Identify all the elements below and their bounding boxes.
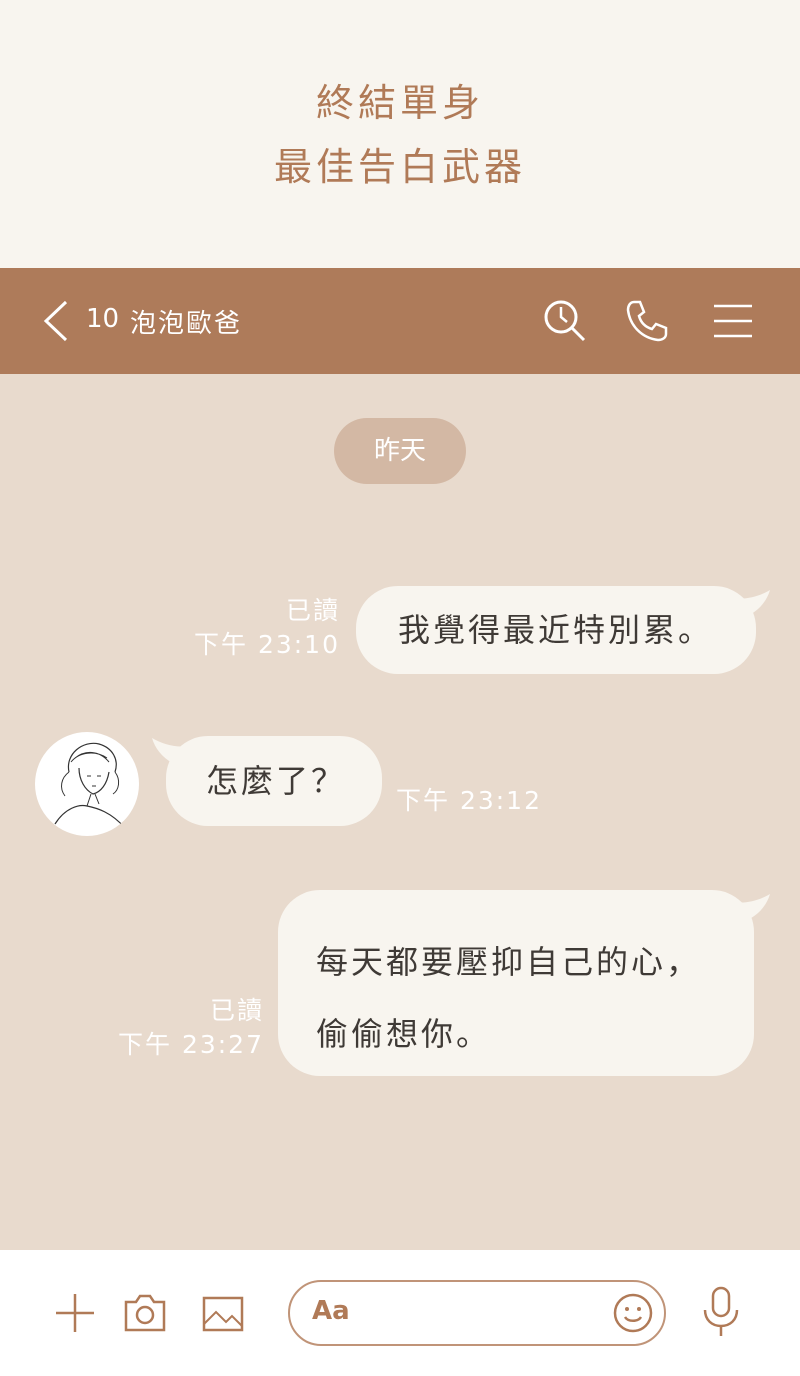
- banner-title: 終結單身: [315, 81, 484, 125]
- message-time: 下午 23:10: [194, 630, 340, 659]
- incoming-message[interactable]: 怎麼了？: [166, 736, 382, 826]
- promo-banner: 終結單身 最佳告白武器: [0, 0, 800, 268]
- chat-header: 10 泡泡歐爸: [0, 268, 800, 374]
- banner-subtitle: 最佳告白武器: [273, 145, 526, 189]
- unread-count: 10: [86, 304, 120, 334]
- avatar-sketch-icon: [54, 742, 126, 829]
- outgoing-message[interactable]: 每天都要壓抑自己的心， 偷偷想你。: [278, 890, 754, 1076]
- date-separator: 昨天: [334, 418, 466, 484]
- input-placeholder: Aa: [312, 1296, 350, 1326]
- message-meta: 已讀 下午 23:27: [64, 994, 264, 1062]
- contact-name[interactable]: 泡泡歐爸: [130, 303, 242, 340]
- emoji-icon[interactable]: [610, 1290, 656, 1336]
- phone-icon[interactable]: [624, 298, 670, 344]
- message-meta: 已讀 下午 23:10: [140, 594, 340, 662]
- image-icon[interactable]: [200, 1290, 246, 1336]
- microphone-icon[interactable]: [698, 1286, 744, 1338]
- message-time: 下午 23:12: [396, 786, 542, 815]
- message-input[interactable]: Aa: [288, 1280, 666, 1346]
- message-time: 下午 23:27: [118, 1030, 264, 1059]
- message-line: 偷偷想你。: [316, 1015, 492, 1053]
- chat-area[interactable]: 昨天 已讀 下午 23:10 我覺得最近特別累。 怎麼了？ 下午 23:12 已…: [0, 374, 800, 1250]
- back-chevron-icon[interactable]: [40, 298, 72, 344]
- plus-icon[interactable]: [52, 1290, 98, 1336]
- menu-icon[interactable]: [710, 298, 756, 344]
- message-line: 每天都要壓抑自己的心，: [316, 943, 702, 981]
- outgoing-message[interactable]: 我覺得最近特別累。: [356, 586, 756, 674]
- read-status: 已讀: [209, 996, 264, 1025]
- camera-icon[interactable]: [122, 1290, 168, 1336]
- search-icon[interactable]: [542, 298, 588, 344]
- contact-avatar[interactable]: [35, 732, 139, 836]
- input-bar: Aa: [0, 1250, 800, 1376]
- read-status: 已讀: [285, 596, 340, 625]
